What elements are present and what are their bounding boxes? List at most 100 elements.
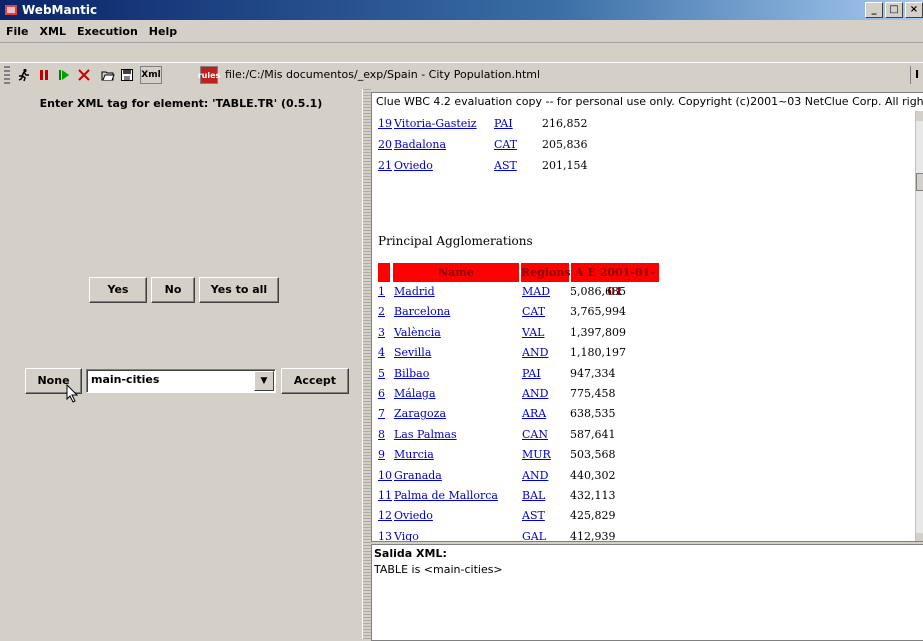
population: 503,568 (570, 448, 616, 462)
city-link[interactable]: Bilbao (394, 367, 429, 380)
scroll-up-icon[interactable] (916, 111, 923, 121)
city-link[interactable]: Madrid (394, 285, 435, 298)
title-bar: WebMantic _ □ × (0, 0, 923, 20)
population: 425,829 (570, 509, 616, 523)
row-num-link[interactable]: 1 (378, 285, 385, 298)
region-link[interactable]: AND (522, 346, 548, 359)
population: 440,302 (570, 468, 616, 482)
open-folder-icon[interactable] (100, 67, 116, 83)
toolbar-overflow[interactable]: I (910, 66, 923, 84)
menu-execution[interactable]: Execution (71, 20, 143, 38)
row-num-link[interactable]: 7 (378, 407, 385, 420)
header-num-cell (378, 263, 390, 282)
menu-file[interactable]: File (0, 20, 34, 38)
content-panel: Clue WBC 4.2 evaluation copy -- for pers… (371, 89, 923, 641)
city-link[interactable]: Vigo (394, 530, 419, 541)
city-link[interactable]: Granada (394, 469, 442, 482)
city-link[interactable]: Zaragoza (394, 407, 446, 420)
minimize-button[interactable]: _ (865, 2, 883, 18)
row-num-link[interactable]: 9 (378, 448, 385, 461)
rules-button[interactable]: rules (198, 66, 220, 84)
city-link[interactable]: València (394, 326, 441, 339)
menu-xml[interactable]: XML (34, 20, 71, 38)
city-link[interactable]: Sevilla (394, 346, 431, 359)
population: 432,113 (570, 489, 616, 502)
region-link[interactable]: AND (522, 387, 548, 400)
yes-button[interactable]: Yes (89, 277, 147, 303)
no-button[interactable]: No (151, 277, 195, 303)
mouse-cursor-icon (66, 384, 79, 403)
tag-panel: Enter XML tag for element: 'TABLE.TR' (0… (0, 89, 362, 639)
region-link[interactable]: VAL (522, 326, 544, 339)
tag-combo[interactable]: main-cities ▼ (86, 369, 276, 393)
close-button[interactable]: × (905, 2, 923, 18)
viewer-scrollbar[interactable] (915, 111, 923, 541)
row-num-link[interactable]: 12 (378, 509, 392, 522)
region-link[interactable]: PAI (494, 117, 513, 130)
window-title: WebMantic (22, 3, 98, 17)
city-link[interactable]: Oviedo (394, 509, 433, 522)
row-num-link[interactable]: 8 (378, 428, 385, 441)
tag-prompt: Enter XML tag for element: 'TABLE.TR' (0… (39, 97, 323, 110)
scroll-thumb[interactable] (916, 173, 923, 191)
pause-icon[interactable] (36, 67, 52, 83)
app-icon (5, 5, 17, 15)
run-icon[interactable] (16, 67, 32, 83)
city-link[interactable]: Badalona (394, 138, 446, 151)
stop-icon[interactable] (76, 67, 92, 83)
row-num-link[interactable]: 5 (378, 367, 385, 380)
row-num-link[interactable]: 3 (378, 326, 385, 339)
region-link[interactable]: CAT (494, 138, 517, 151)
chevron-down-icon[interactable]: ▼ (254, 371, 274, 391)
region-link[interactable]: AST (494, 159, 517, 172)
city-link[interactable]: Palma de Mallorca (394, 489, 498, 502)
region-link[interactable]: AST (522, 509, 545, 522)
step-icon[interactable] (56, 67, 72, 83)
city-link[interactable]: Málaga (394, 387, 436, 400)
population: 947,334 (570, 366, 616, 380)
row-num-link[interactable]: 4 (378, 346, 385, 359)
region-link[interactable]: CAT (522, 305, 545, 318)
row-num-link[interactable]: 19 (378, 117, 392, 130)
menu-bar: File XML Execution Help (0, 20, 923, 43)
menu-help[interactable]: Help (143, 20, 182, 38)
region-link[interactable]: GAL (522, 530, 546, 541)
accept-button[interactable]: Accept (281, 368, 349, 394)
row-num-link[interactable]: 21 (378, 159, 392, 172)
region-link[interactable]: MUR (522, 448, 551, 461)
region-link[interactable]: ARA (522, 407, 546, 420)
url-field[interactable]: file:/C:/Mis documentos/_exp/Spain - Cit… (225, 66, 905, 84)
region-link[interactable]: CAN (522, 428, 548, 441)
row-num-link[interactable]: 20 (378, 138, 392, 151)
population: 5,086,635 (570, 285, 626, 298)
row-num-link[interactable]: 13 (378, 530, 392, 541)
population: 1,397,809 (570, 325, 626, 339)
city-link[interactable]: Oviedo (394, 159, 433, 172)
region-link[interactable]: AND (522, 469, 548, 482)
population: 205,836 (542, 138, 588, 151)
header-name: Name (393, 263, 519, 282)
region-link[interactable]: PAI (522, 367, 541, 380)
region-link[interactable]: BAL (522, 489, 545, 502)
agglomerations-heading: Principal Agglomerations (378, 234, 533, 248)
city-link[interactable]: Vitoria-Gasteiz (394, 117, 477, 130)
population: 775,458 (570, 387, 616, 400)
row-num-link[interactable]: 11 (378, 489, 392, 502)
html-viewer: Clue WBC 4.2 evaluation copy -- for pers… (371, 92, 923, 542)
scroll-down-icon[interactable] (916, 533, 923, 541)
region-link[interactable]: MAD (522, 285, 550, 298)
save-icon[interactable] (119, 67, 135, 83)
row-num-link[interactable]: 10 (378, 469, 392, 482)
document-view: 19 Vitoria-Gasteiz PAI 216,852 20 Badalo… (372, 93, 912, 541)
city-link[interactable]: Las Palmas (394, 428, 457, 441)
yes-to-all-button[interactable]: Yes to all (199, 277, 279, 303)
xml-button[interactable]: Xml (140, 66, 162, 84)
row-num-link[interactable]: 6 (378, 387, 385, 400)
xml-output-panel: Salida XML: TABLE is <main-cities> (371, 544, 923, 641)
output-label: Salida XML: (374, 547, 447, 560)
city-link[interactable]: Barcelona (394, 305, 450, 318)
city-link[interactable]: Murcia (394, 448, 434, 461)
maximize-button[interactable]: □ (885, 2, 903, 18)
row-num-link[interactable]: 2 (378, 305, 385, 318)
header-regions: Regions (521, 263, 571, 282)
